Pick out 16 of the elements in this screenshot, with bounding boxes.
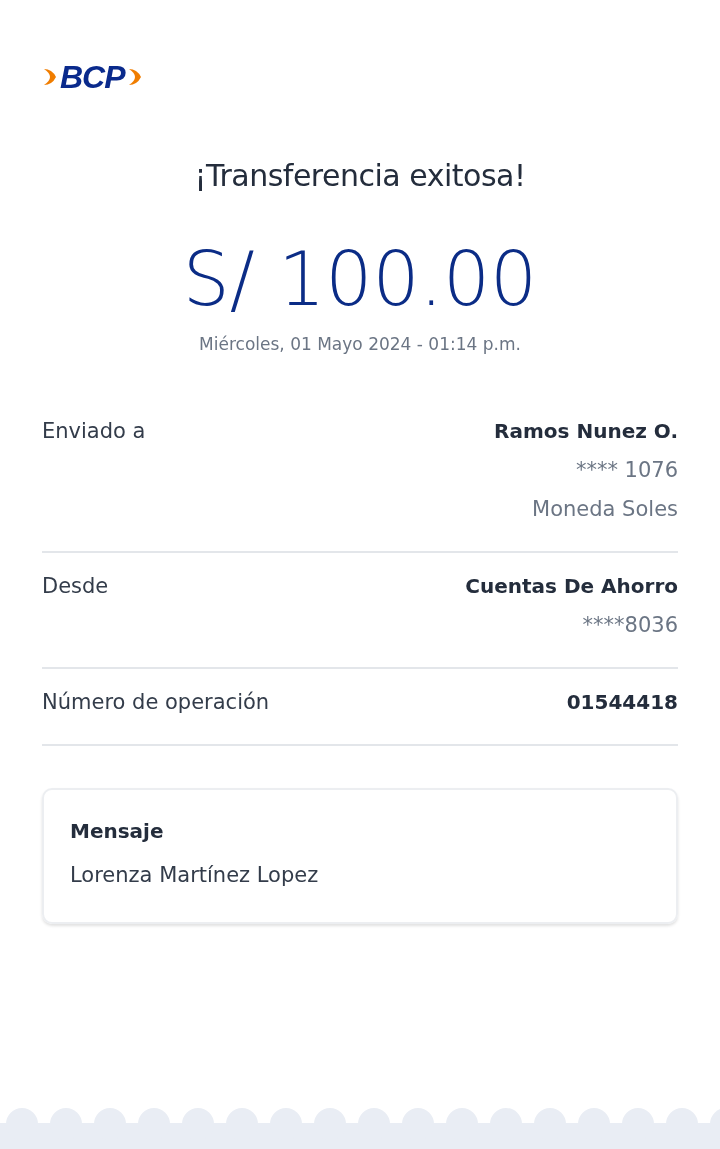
detail-label: Desde bbox=[42, 573, 109, 600]
detail-label: Número de operación bbox=[42, 689, 270, 716]
detail-label: Enviado a bbox=[42, 418, 146, 445]
amount-text: S/ 100.00 bbox=[181, 235, 539, 324]
success-title: ¡Transferencia exitosa! bbox=[193, 157, 527, 195]
message-text: Lorenza Martínez Lopez bbox=[70, 862, 320, 889]
logo-text: BCP bbox=[60, 60, 125, 94]
detail-value: Cuentas De Ahorro bbox=[465, 573, 678, 600]
date-time-text: Miércoles, 01 Mayo 2024 - 01:14 p.m. bbox=[198, 333, 522, 356]
detail-value: Ramos Nunez O. bbox=[494, 418, 678, 445]
detail-value: **** 1076 bbox=[574, 457, 678, 484]
chevron-icon bbox=[42, 67, 58, 87]
detail-value: ****8036 bbox=[581, 612, 678, 639]
detail-value: Moneda Soles bbox=[531, 496, 678, 523]
message-label: Mensaje bbox=[70, 818, 165, 845]
detail-value: 01544418 bbox=[566, 689, 678, 716]
